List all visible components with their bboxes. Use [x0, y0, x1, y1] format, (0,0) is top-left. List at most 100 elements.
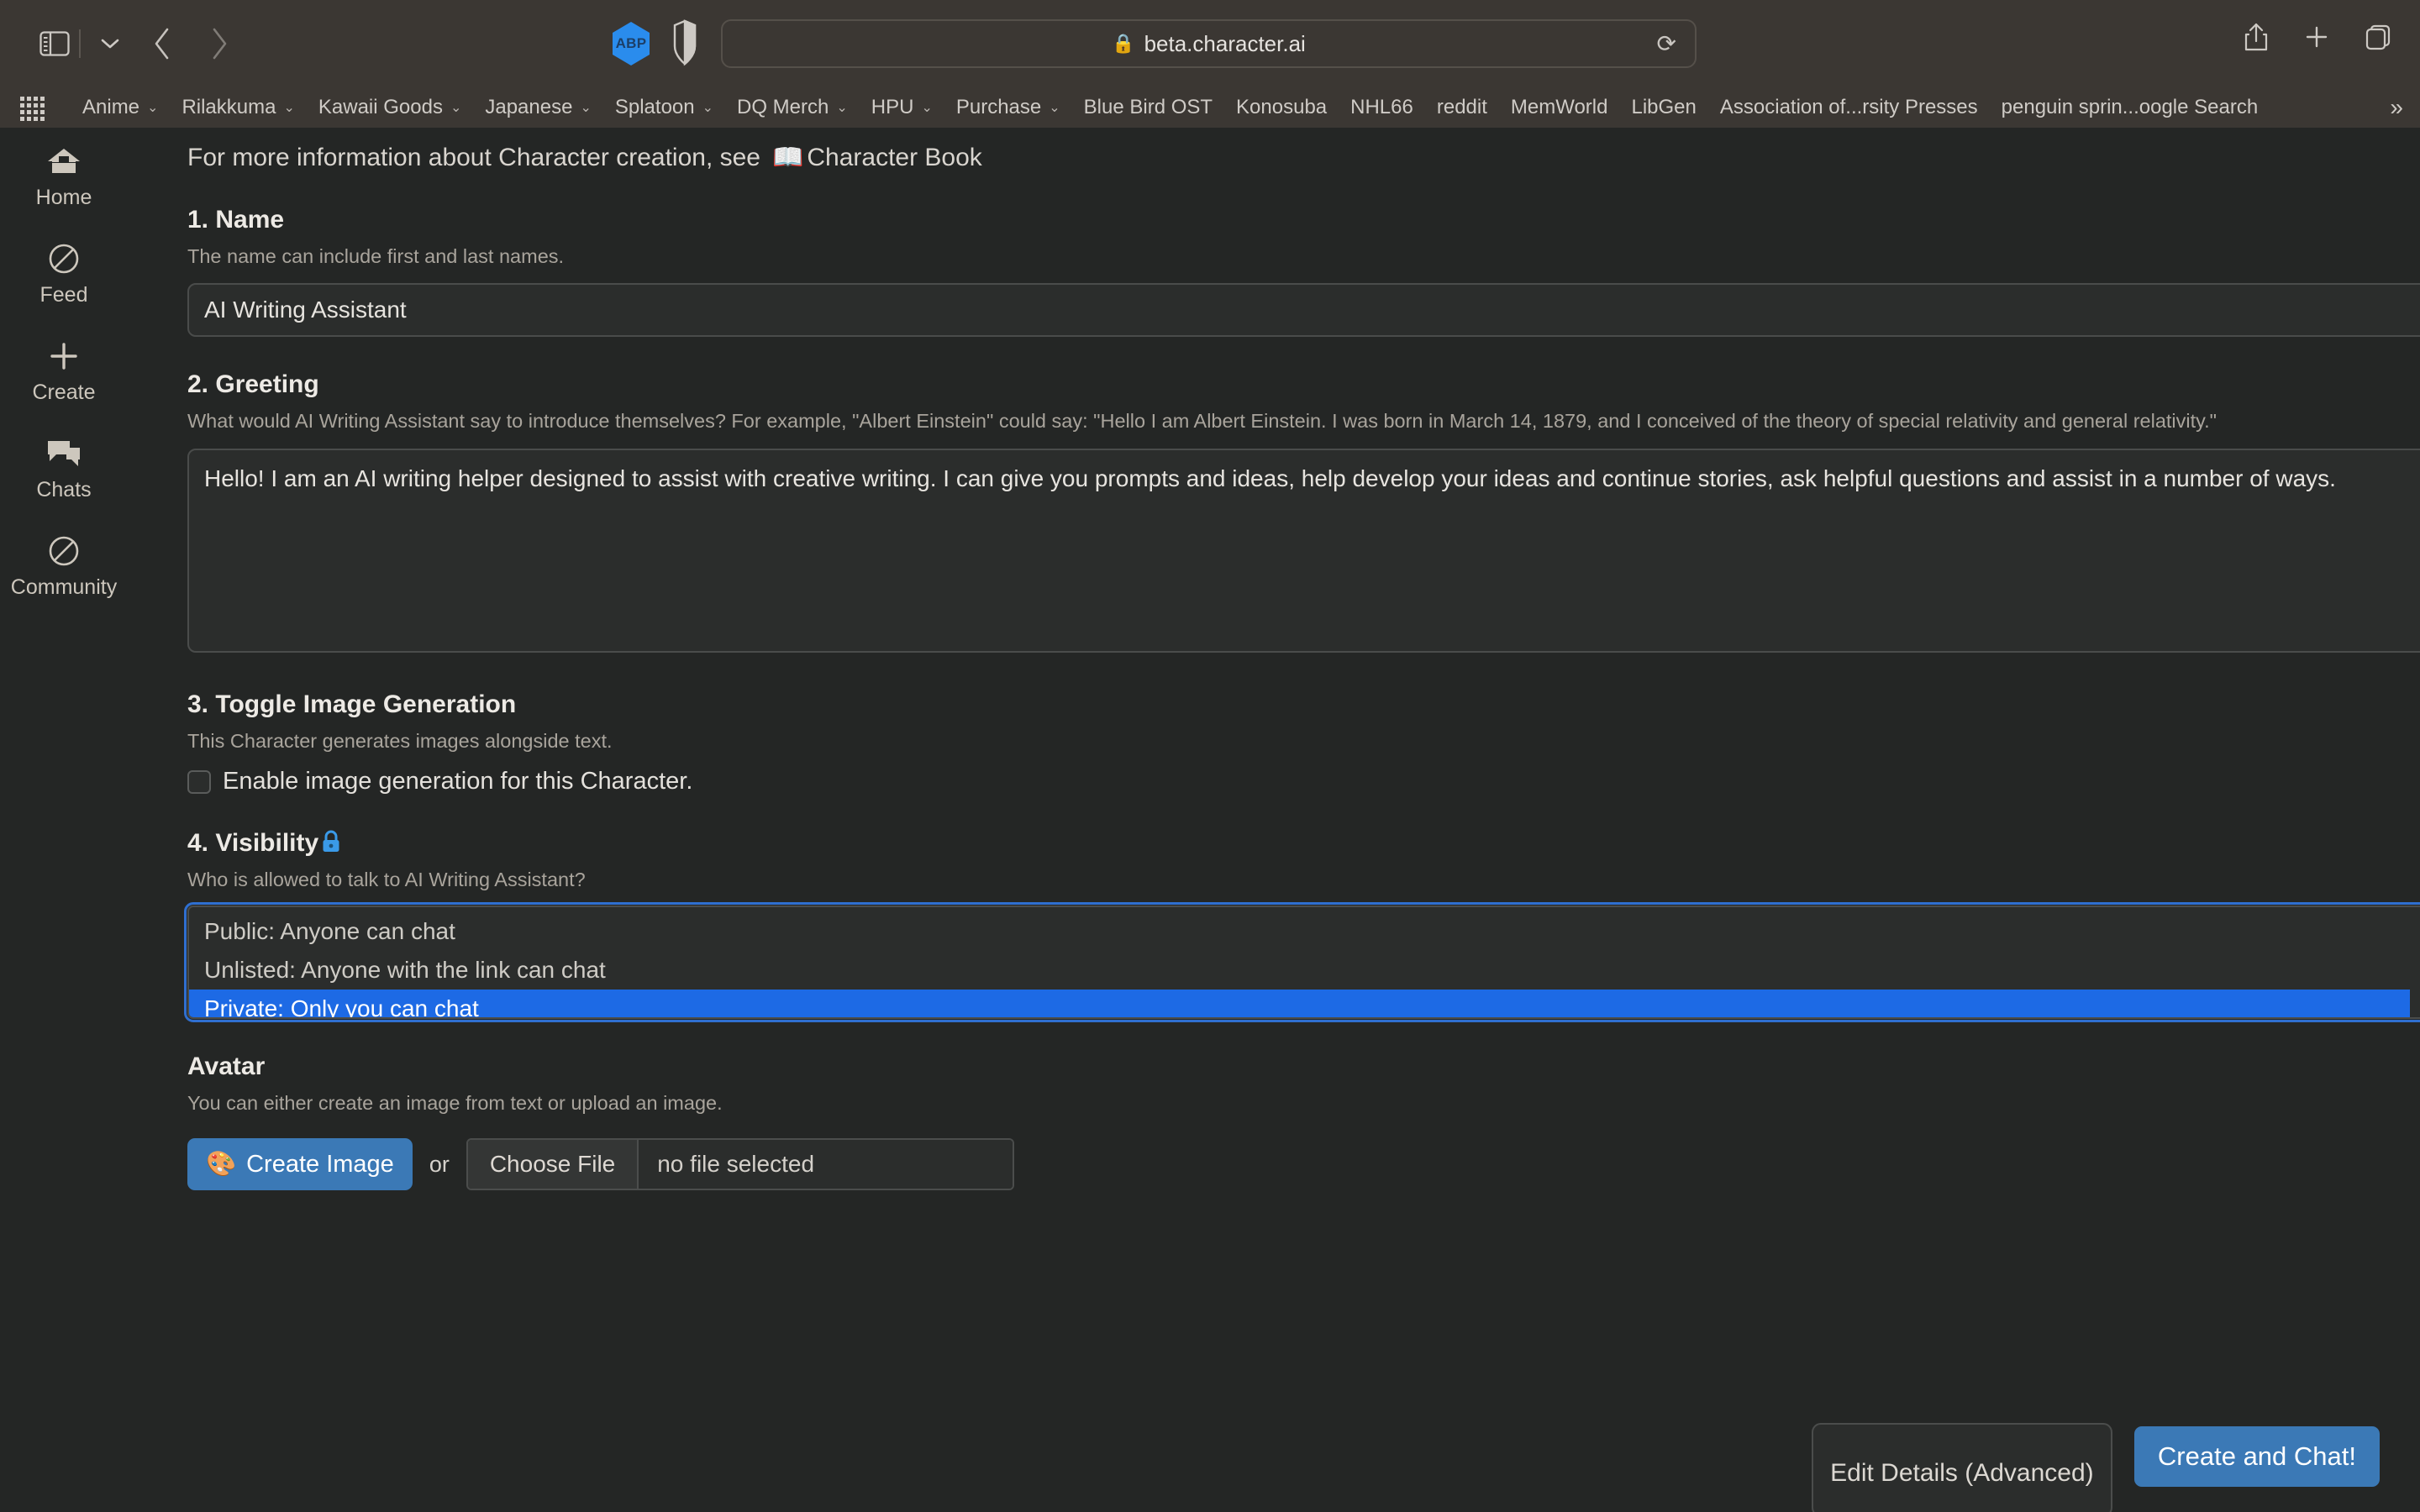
forward-button[interactable] [197, 24, 242, 63]
section-visibility-description: Who is allowed to talk to AI Writing Ass… [187, 869, 586, 891]
create-image-label: Create Image [246, 1150, 394, 1178]
bookmark-label: NHL66 [1350, 95, 1413, 118]
section-imagegen-title: 3. Toggle Image Generation [187, 690, 517, 718]
section-visibility-title: 4. Visibility [187, 829, 2420, 858]
shield-icon[interactable] [670, 18, 700, 67]
bookmark-label: Purchase [955, 95, 1042, 118]
greeting-textarea-wrapper: Hello! I am an AI writing helper designe… [187, 435, 2420, 657]
apps-grid-icon[interactable] [20, 96, 54, 121]
url-bar[interactable]: 🔒 beta.character.ai ⟳ [721, 19, 1697, 68]
open-book-icon: 📖 [772, 144, 804, 171]
selected-file-name: no file selected [639, 1140, 1013, 1189]
sidebar-item-label: Create [32, 381, 96, 404]
bookmark-label: Splatoon [614, 95, 695, 118]
imagegen-checkbox-label: Enable image generation for this Charact… [223, 768, 693, 795]
bookmark-bar: Anime ⌄ Rilakkuma ⌄ Kawaii Goods ⌄ Japanese… [0, 87, 2420, 128]
section-visibility: 4. Visibility Who is allowed to talk to … [184, 829, 2420, 1022]
chat-bubbles-icon [46, 435, 82, 472]
home-icon [47, 143, 81, 180]
bookmark-label: Anime [82, 95, 140, 118]
browser-toolbar: ABP 🔒 beta.character.ai ⟳ [0, 0, 2420, 87]
bookmark-label: HPU [871, 95, 914, 118]
abp-badge-label: ABP [615, 35, 647, 51]
reload-icon[interactable]: ⟳ [1657, 30, 1676, 58]
bookmark-libgen[interactable]: LibGen [1619, 94, 1707, 121]
bookmark-reddit[interactable]: reddit [1425, 94, 1499, 121]
character-creation-form: For more information about Character cre… [128, 128, 2420, 1512]
bookmark-label: penguin sprin...oogle Search [2001, 95, 2259, 118]
bookmark-memworld[interactable]: MemWorld [1499, 94, 1620, 121]
chevron-down-icon[interactable] [96, 27, 124, 60]
sidebar-item-community[interactable]: Community [1, 533, 127, 600]
adblock-plus-icon[interactable]: ABP [613, 22, 650, 66]
bookmark-purchase[interactable]: Purchase ⌄ [944, 94, 1072, 121]
plus-icon [48, 338, 80, 375]
bookmarks-overflow-button[interactable]: » [2390, 94, 2403, 121]
section-name-title: 1. Name [187, 206, 285, 234]
bookmark-hpu[interactable]: HPU ⌄ [860, 94, 944, 121]
visibility-option-public[interactable]: Public: Anyone can chat [189, 912, 2420, 951]
new-tab-icon[interactable] [2304, 24, 2329, 50]
sidebar-item-home[interactable]: Home [1, 143, 127, 210]
bookmark-nhl66[interactable]: NHL66 [1339, 94, 1425, 121]
bookmark-label: Kawaii Goods [318, 95, 443, 118]
visibility-option-private[interactable]: Private: Only you can chat [189, 989, 2410, 1017]
bookmark-label: Japanese [485, 95, 573, 118]
visibility-listbox[interactable]: Public: Anyone can chat Unlisted: Anyone… [184, 901, 2420, 1022]
back-button[interactable] [139, 24, 185, 63]
bookmark-blue-bird-ost[interactable]: Blue Bird OST [1072, 94, 1224, 121]
browser-chrome: ABP 🔒 beta.character.ai ⟳ Anime ⌄ Rilakk… [0, 0, 2420, 128]
sidebar-item-chats[interactable]: Chats [1, 435, 127, 502]
bookmark-association-presses[interactable]: Association of...rsity Presses [1708, 94, 1990, 121]
toolbar-divider [79, 29, 81, 58]
sidebar-item-label: Home [35, 186, 92, 209]
edit-details-advanced-button[interactable]: Edit Details (Advanced) [1811, 1423, 2112, 1512]
section-greeting: 2. Greeting What would AI Writing Assist… [187, 370, 2420, 656]
choose-file-button[interactable]: Choose File [467, 1140, 639, 1189]
imagegen-checkbox-row[interactable]: Enable image generation for this Charact… [187, 768, 2420, 795]
bookmark-anime[interactable]: Anime ⌄ [71, 94, 170, 121]
file-upload-control[interactable]: Choose File no file selected [466, 1138, 1015, 1191]
section-visibility-title-text: 4. Visibility [187, 829, 319, 858]
bookmark-label: Association of...rsity Presses [1719, 95, 1978, 118]
bookmark-konosuba[interactable]: Konosuba [1224, 94, 1339, 121]
create-and-chat-button[interactable]: Create and Chat! [2133, 1426, 2380, 1487]
chevron-down-icon: ⌄ [450, 100, 462, 115]
character-book-link[interactable]: 📖 Character Book [772, 143, 982, 172]
visibility-option-unlisted[interactable]: Unlisted: Anyone with the link can chat [189, 951, 2420, 990]
blocked-icon [47, 533, 81, 570]
sidebar-item-label: Community [10, 575, 118, 599]
url-text: beta.character.ai [1144, 30, 1306, 56]
bookmark-label: MemWorld [1510, 95, 1608, 118]
bookmark-splatoon[interactable]: Splatoon ⌄ [603, 94, 725, 121]
bookmark-kawaii-goods[interactable]: Kawaii Goods ⌄ [307, 94, 473, 121]
bookmark-label: reddit [1436, 95, 1487, 118]
bookmark-rilakkuma[interactable]: Rilakkuma ⌄ [170, 94, 306, 121]
bookmark-dq-merch[interactable]: DQ Merch ⌄ [725, 94, 860, 121]
greeting-textarea[interactable]: Hello! I am an AI writing helper designe… [187, 448, 2420, 653]
chevron-down-icon: ⌄ [836, 100, 848, 115]
bottom-actions: Edit Details (Advanced) Create and Chat! [1811, 1423, 2380, 1512]
bookmark-japanese[interactable]: Japanese ⌄ [473, 94, 603, 121]
page-body: Home Feed Create Chats Community For mor… [0, 128, 2420, 1512]
section-avatar-title: Avatar [187, 1052, 266, 1080]
imagegen-checkbox[interactable] [187, 769, 211, 794]
lock-icon: 🔒 [1112, 33, 1135, 54]
name-input[interactable] [187, 283, 2420, 338]
sidebar-item-label: Feed [39, 283, 88, 307]
sidebar-toggle-icon[interactable] [35, 27, 74, 60]
sidebar-item-create[interactable]: Create [1, 338, 127, 405]
avatar-controls-row: 🎨 Create Image or Choose File no file se… [187, 1138, 2420, 1191]
chevron-down-icon: ⌄ [580, 100, 592, 115]
section-greeting-description: What would AI Writing Assistant say to i… [187, 410, 2217, 433]
sidebar-item-feed[interactable]: Feed [1, 240, 127, 307]
tab-overview-icon[interactable] [2365, 24, 2391, 50]
bookmark-label: Konosuba [1236, 95, 1328, 118]
bookmark-label: DQ Merch [737, 95, 829, 118]
create-image-button[interactable]: 🎨 Create Image [187, 1138, 413, 1191]
section-avatar: Avatar You can either create an image fr… [187, 1052, 2420, 1191]
intro-text: For more information about Character cre… [187, 143, 760, 171]
bookmark-penguin-search[interactable]: penguin sprin...oogle Search [1990, 94, 2270, 121]
bookmark-label: Rilakkuma [182, 95, 276, 118]
share-icon[interactable] [2244, 22, 2269, 52]
